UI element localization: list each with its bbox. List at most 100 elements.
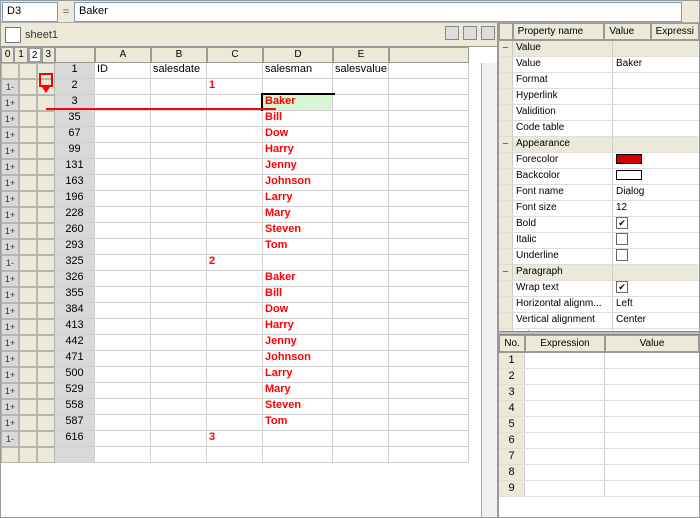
cell[interactable] <box>389 271 469 287</box>
property-row[interactable]: Wrap text✔ <box>499 281 699 297</box>
outline-toggle[interactable]: 1- <box>1 255 19 271</box>
cell[interactable] <box>333 239 389 255</box>
property-row[interactable]: Code table <box>499 121 699 137</box>
cell[interactable]: Larry <box>263 367 333 383</box>
cell[interactable]: salesvalue <box>333 63 389 79</box>
col-header[interactable]: E <box>333 47 389 63</box>
cell[interactable] <box>333 303 389 319</box>
cell[interactable] <box>95 255 151 271</box>
prop-value[interactable] <box>613 153 699 168</box>
row-number[interactable]: 260 <box>55 223 95 239</box>
outline-level-1[interactable]: 1 <box>14 47 27 63</box>
prop-value[interactable] <box>613 41 699 56</box>
cell[interactable]: Steven <box>263 399 333 415</box>
prop-value[interactable]: 12 <box>613 201 699 216</box>
cell[interactable] <box>389 351 469 367</box>
cell[interactable]: Johnson <box>263 175 333 191</box>
row-number[interactable]: 35 <box>55 111 95 127</box>
row-number[interactable]: 558 <box>55 399 95 415</box>
prop-value[interactable]: ✔ <box>613 217 699 232</box>
prop-value[interactable]: Baker <box>613 57 699 72</box>
cell[interactable]: Johnson <box>263 351 333 367</box>
outline-toggle[interactable]: 1+ <box>1 415 19 431</box>
cell[interactable] <box>333 143 389 159</box>
cell[interactable] <box>95 79 151 95</box>
outline-toggle[interactable]: 1+ <box>1 143 19 159</box>
cell[interactable] <box>207 319 263 335</box>
outline-toggle[interactable]: 1+ <box>1 335 19 351</box>
expr-val[interactable] <box>605 369 699 384</box>
row-number[interactable]: 500 <box>55 367 95 383</box>
cell[interactable] <box>333 95 389 111</box>
outline-toggle[interactable]: 1- <box>1 431 19 447</box>
cell[interactable] <box>389 159 469 175</box>
outline-toggle[interactable]: 1- <box>1 79 19 95</box>
cell[interactable] <box>333 175 389 191</box>
row-number[interactable]: 2 <box>55 79 95 95</box>
cell[interactable] <box>389 223 469 239</box>
cell[interactable] <box>207 207 263 223</box>
expr-val[interactable] <box>605 353 699 368</box>
row-number[interactable]: 471 <box>55 351 95 367</box>
formula-input[interactable]: Baker <box>74 2 682 22</box>
expr-val[interactable] <box>605 433 699 448</box>
cell[interactable] <box>151 367 207 383</box>
cell[interactable] <box>389 431 469 447</box>
cell[interactable] <box>151 159 207 175</box>
close-icon[interactable] <box>481 26 495 40</box>
prop-value[interactable]: ✔ <box>613 281 699 296</box>
prop-value[interactable] <box>613 105 699 120</box>
property-row[interactable]: Bold✔ <box>499 217 699 233</box>
cell[interactable]: Harry <box>263 319 333 335</box>
prop-value[interactable]: Center <box>613 313 699 328</box>
expr-expr[interactable] <box>525 369 605 384</box>
prop-value[interactable] <box>613 121 699 136</box>
cell[interactable] <box>389 447 469 463</box>
cell[interactable] <box>151 207 207 223</box>
cell[interactable] <box>333 127 389 143</box>
cell[interactable] <box>263 79 333 95</box>
col-header[interactable]: D <box>263 47 333 63</box>
expression-row[interactable]: 9 <box>499 481 699 497</box>
cell[interactable] <box>95 367 151 383</box>
cell[interactable] <box>207 383 263 399</box>
expression-row[interactable]: 7 <box>499 449 699 465</box>
outline-toggle[interactable]: 1+ <box>1 191 19 207</box>
row-number[interactable]: 293 <box>55 239 95 255</box>
row-number[interactable]: 326 <box>55 271 95 287</box>
cell[interactable] <box>95 143 151 159</box>
cell[interactable] <box>389 63 469 79</box>
cell[interactable]: Harry <box>263 143 333 159</box>
cell[interactable] <box>207 335 263 351</box>
cell[interactable]: Jenny <box>263 159 333 175</box>
cell[interactable] <box>207 239 263 255</box>
expr-val[interactable] <box>605 481 699 496</box>
cell[interactable] <box>151 95 207 111</box>
col-header[interactable] <box>55 47 95 63</box>
window-controls[interactable] <box>443 26 497 43</box>
outline-toggle[interactable]: 1+ <box>1 95 19 111</box>
outline-toggle[interactable]: 1+ <box>1 159 19 175</box>
property-row[interactable]: Font size12 <box>499 201 699 217</box>
expr-val[interactable] <box>605 385 699 400</box>
cell[interactable] <box>207 303 263 319</box>
cell[interactable] <box>95 303 151 319</box>
cell[interactable] <box>333 399 389 415</box>
expr-expr[interactable] <box>525 353 605 368</box>
cell[interactable] <box>151 143 207 159</box>
cell[interactable] <box>389 335 469 351</box>
cell[interactable] <box>95 239 151 255</box>
cell[interactable] <box>389 383 469 399</box>
cell[interactable] <box>333 383 389 399</box>
cell[interactable] <box>95 207 151 223</box>
outline-toggle[interactable]: 1+ <box>1 303 19 319</box>
expr-val[interactable] <box>605 401 699 416</box>
cell[interactable] <box>151 399 207 415</box>
expr-expr[interactable] <box>525 417 605 432</box>
cell[interactable] <box>263 255 333 271</box>
cell[interactable]: Dow <box>263 127 333 143</box>
expr-val[interactable] <box>605 417 699 432</box>
expr-val[interactable] <box>605 449 699 464</box>
cell[interactable] <box>333 111 389 127</box>
property-row[interactable]: Horizontal alignm...Left <box>499 297 699 313</box>
